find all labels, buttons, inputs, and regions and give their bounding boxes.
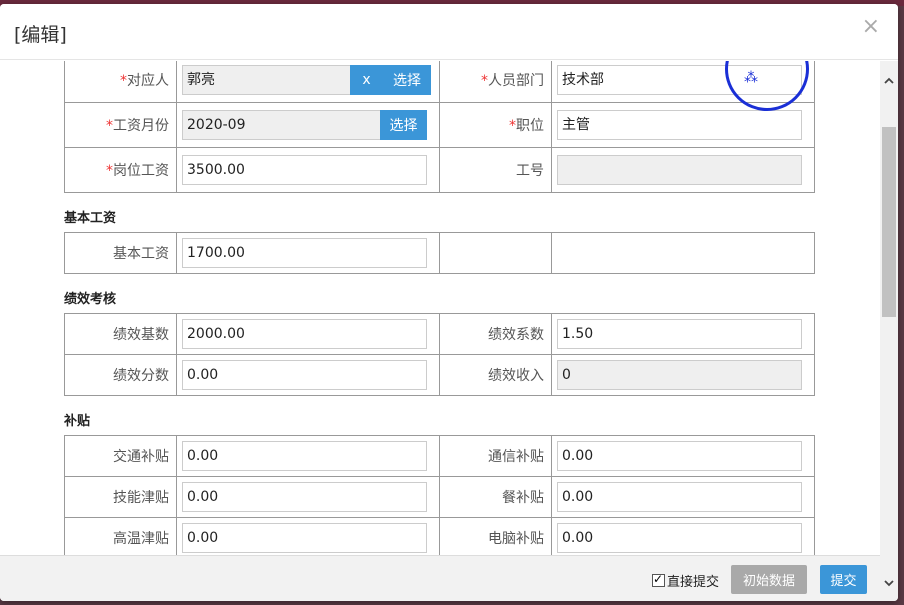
post-salary-label: 岗位工资 [113,163,169,179]
performance-table: 绩效基数 2000.00 绩效系数 1.50 绩效分数 0.00 绩效收入 0 [64,313,815,396]
counterpart-input[interactable]: 郭亮 [182,65,350,95]
checkbox-checked-icon[interactable] [652,572,665,587]
table-row: 绩效分数 0.00 绩效收入 0 [64,354,815,396]
dialog-title: [编辑] [14,24,67,46]
direct-submit-label: 直接提交 [667,575,720,590]
post-salary-input[interactable]: 3500.00 [182,155,427,185]
perf-base-label: 绩效基数 [64,313,177,355]
comm-allowance-input[interactable]: 0.00 [557,441,802,471]
section-title-basic: 基本工资 [64,211,117,226]
clear-counterpart-button[interactable]: x [350,65,383,95]
select-counterpart-button[interactable]: 选择 [383,65,431,95]
department-label: 人员部门 [488,73,544,89]
position-input[interactable]: 主管 [557,110,802,140]
employee-id-label: 工号 [439,147,552,193]
heat-allowance-label: 高温津贴 [64,517,177,555]
dialog-header: [编辑] × [0,4,898,60]
select-month-button[interactable]: 选择 [380,110,427,140]
meal-allowance-input[interactable]: 0.00 [557,482,802,512]
basic-salary-label: 基本工资 [64,232,177,274]
table-row: *岗位工资 3500.00 工号 [64,147,815,193]
scrollbar-thumb[interactable] [882,127,896,317]
salary-month-input[interactable]: 2020-09 [182,110,380,140]
table-row: *工资月份 2020-09 选择 *职位 主管 [64,102,815,148]
perf-base-input[interactable]: 2000.00 [182,319,427,349]
close-icon[interactable]: × [862,16,880,38]
table-row: 技能津贴 0.00 餐补贴 0.00 [64,476,815,518]
direct-submit-checkbox[interactable]: 直接提交 [652,571,719,590]
employee-info-table: *对应人 郭亮 x 选择 *人员部门 技术部 *工资月份 2020-09 选择 … [64,61,815,193]
table-row: 高温津贴 0.00 电脑补贴 0.00 [64,517,815,555]
edit-dialog: [编辑] × ⁂ *对应人 郭亮 x 选择 *人员部门 技术部 *工资月份 20… [0,4,898,601]
perf-coef-input[interactable]: 1.50 [557,319,802,349]
table-row: 基本工资 1700.00 [64,232,815,274]
dialog-body[interactable]: ⁂ *对应人 郭亮 x 选择 *人员部门 技术部 *工资月份 2020-09 选… [0,61,880,555]
table-row: 交通补贴 0.00 通信补贴 0.00 [64,435,815,477]
employee-id-input [557,155,802,185]
comm-allowance-label: 通信补贴 [439,435,552,477]
dialog-footer: 直接提交 初始数据 提交 [0,555,880,601]
init-data-button[interactable]: 初始数据 [731,565,807,594]
counterpart-picker: 郭亮 x 选择 [182,65,431,95]
table-row: *对应人 郭亮 x 选择 *人员部门 技术部 [64,61,815,103]
vertical-scrollbar[interactable] [880,61,898,601]
pc-allowance-label: 电脑补贴 [439,517,552,555]
salary-month-picker: 2020-09 选择 [182,110,427,140]
meal-allowance-label: 餐补贴 [439,476,552,518]
traffic-allowance-input[interactable]: 0.00 [182,441,427,471]
allowance-table: 交通补贴 0.00 通信补贴 0.00 技能津贴 0.00 餐补贴 0.00 高… [64,435,815,555]
basic-salary-table: 基本工资 1700.00 [64,232,815,274]
chevron-down-icon[interactable] [883,577,895,589]
heat-allowance-input[interactable]: 0.00 [182,523,427,553]
basic-salary-input[interactable]: 1700.00 [182,238,427,268]
position-label: 职位 [516,118,544,134]
submit-button[interactable]: 提交 [820,565,867,594]
perf-income-label: 绩效收入 [439,354,552,396]
perf-income-input: 0 [557,360,802,390]
pc-allowance-input[interactable]: 0.00 [557,523,802,553]
table-row: 绩效基数 2000.00 绩效系数 1.50 [64,313,815,355]
perf-score-label: 绩效分数 [64,354,177,396]
form-content: ⁂ *对应人 郭亮 x 选择 *人员部门 技术部 *工资月份 2020-09 选… [64,61,815,555]
skill-allowance-label: 技能津贴 [64,476,177,518]
perf-score-input[interactable]: 0.00 [182,360,427,390]
chevron-up-icon[interactable] [883,75,895,87]
section-title-allowance: 补贴 [64,414,91,429]
section-title-performance: 绩效考核 [64,292,117,307]
skill-allowance-input[interactable]: 0.00 [182,482,427,512]
perf-coef-label: 绩效系数 [439,313,552,355]
salary-month-label: 工资月份 [113,118,169,134]
traffic-allowance-label: 交通补贴 [64,435,177,477]
counterpart-label: 对应人 [127,73,169,89]
